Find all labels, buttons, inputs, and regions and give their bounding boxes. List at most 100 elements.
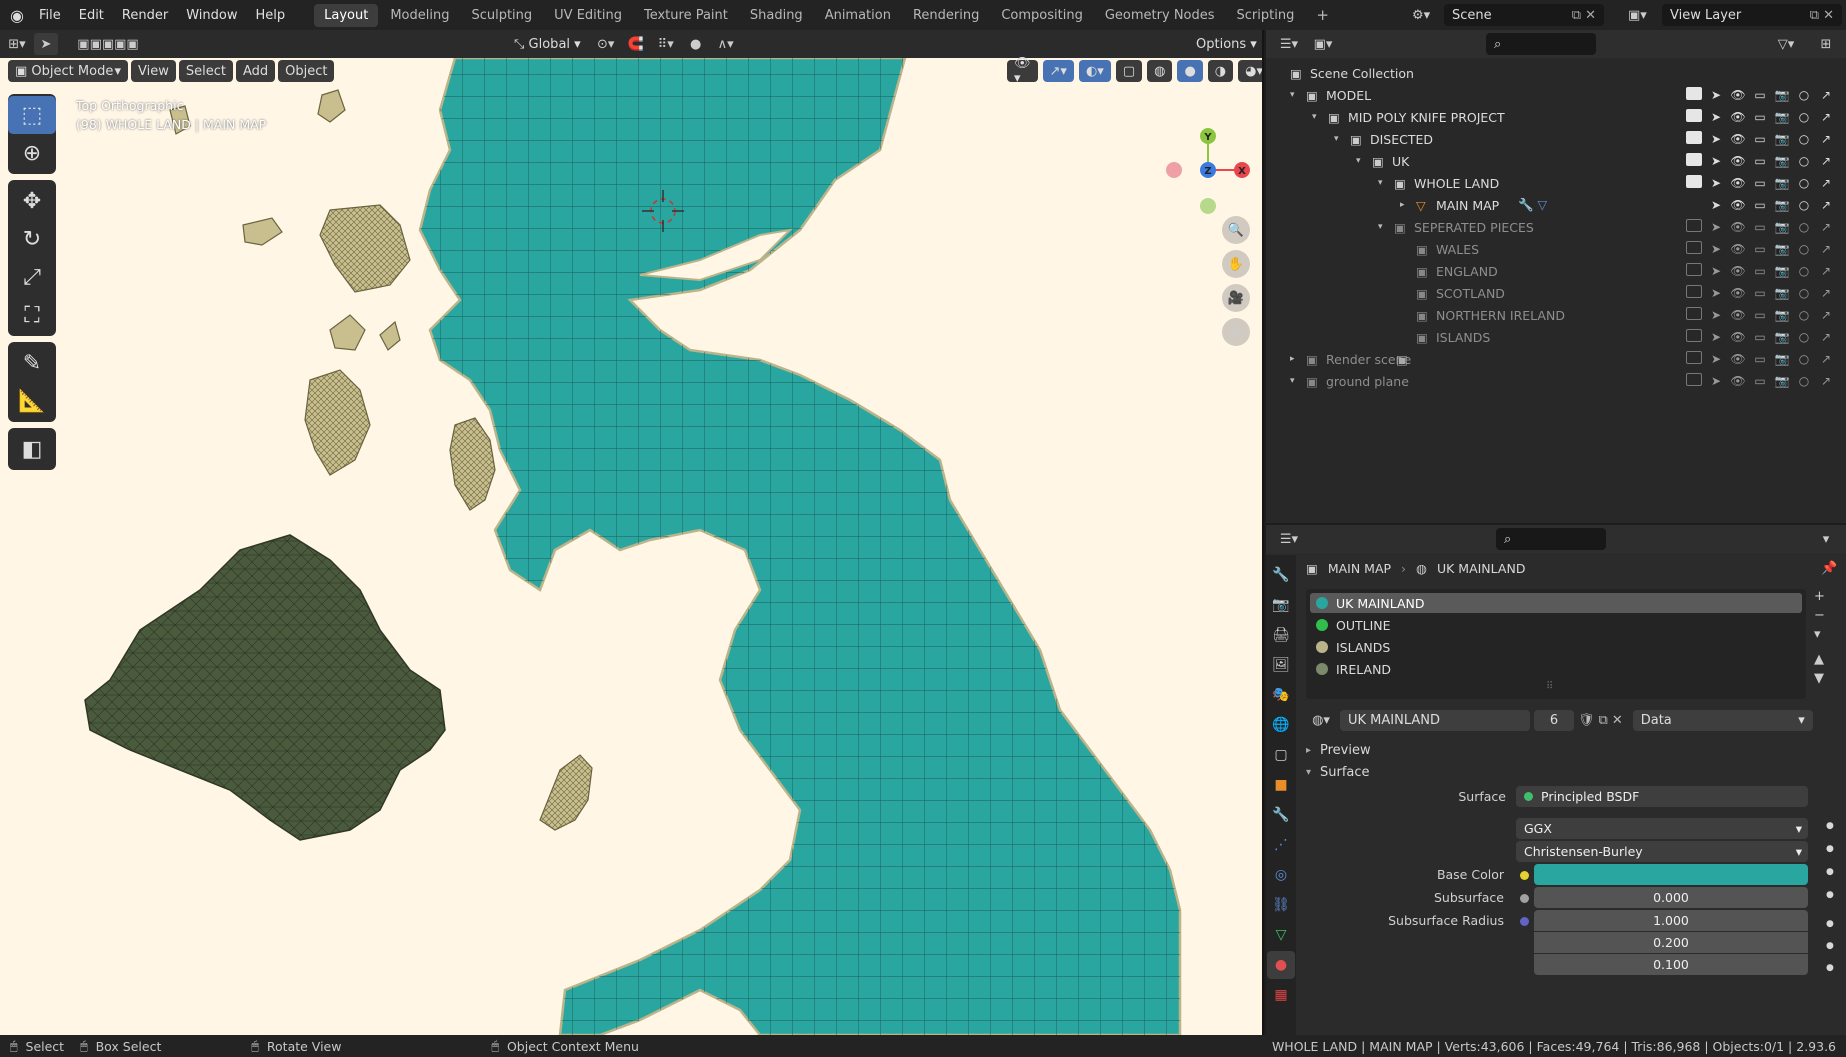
data-tab-icon[interactable]: ▽ [1267,921,1295,949]
eye-icon[interactable]: 👁 [1730,220,1746,234]
holdout-icon[interactable]: ○ [1796,352,1812,366]
move-slot-down-button[interactable]: ▼ [1814,671,1825,686]
outliner-item[interactable]: ▸ ▽ MAIN MAP 🔧 ▽ ➤ 👁 ▭ 📷 ○ ↗ [1266,194,1846,216]
material-slot[interactable]: IRELAND [1310,659,1802,679]
properties-search-input[interactable]: ⌕ [1496,528,1606,550]
child-collection-icon[interactable]: ▣ [1396,352,1408,367]
select-icon[interactable]: ➤ [1708,176,1724,190]
visibility-icon[interactable]: 👁▾ [1007,56,1038,86]
move-tool[interactable]: ✥ [8,182,56,220]
modifier-tab-icon[interactable]: 🔧 [1267,801,1295,829]
keyframe-dot-icon[interactable]: ● [1826,844,1834,854]
new-view-layer-icon[interactable]: ⧉ ✕ [1810,8,1834,23]
object-tab-icon[interactable]: ■ [1267,771,1295,799]
exclude-checkbox[interactable] [1686,87,1702,100]
annotate-tool[interactable]: ✎ [8,344,56,382]
panel-preview-header[interactable]: ▸ Preview [1306,739,1826,761]
material-name-field[interactable]: UK MAINLAND [1340,709,1530,731]
render-icon[interactable]: 📷 [1774,88,1790,102]
scene-tab-icon[interactable]: 🎭 [1267,681,1295,709]
zoom-icon[interactable]: 🔍 [1222,216,1250,244]
tab-animation[interactable]: Animation [815,4,901,27]
select-icon[interactable]: ➤ [1708,330,1724,344]
keyframe-dot-icon[interactable]: ● ● ● [1826,913,1834,979]
pivot-point-icon[interactable]: ⊙▾ [594,33,618,55]
uk-mainland-mesh[interactable] [418,56,1182,1035]
snap-icon[interactable]: 🧲 [624,33,648,55]
select-icon[interactable]: ➤ [1708,132,1724,146]
scene-field[interactable]: Scene ⧉ ✕ [1444,4,1604,26]
xray-icon[interactable]: ▢ [1115,60,1143,82]
indirect-icon[interactable]: ↗ [1818,132,1834,146]
disclosure-triangle-icon[interactable]: ▾ [1290,376,1295,386]
tab-compositing[interactable]: Compositing [991,4,1093,27]
outliner-item[interactable]: ▾ ▣ SEPERATED PIECES ➤ 👁 ▭ 📷 ○ ↗ [1266,216,1846,238]
scene-icon[interactable]: ⚙▾ [1412,8,1440,23]
browse-material-icon[interactable]: ◍▾ [1306,709,1336,731]
holdout-icon[interactable]: ○ [1796,176,1812,190]
outliner-item[interactable]: ▾ ▣ MID POLY KNIFE PROJECT ➤ 👁 ▭ 📷 ○ ↗ [1266,106,1846,128]
holdout-icon[interactable]: ○ [1796,308,1812,322]
properties-options-icon[interactable]: ▾ [1814,528,1838,550]
menu-help[interactable]: Help [246,8,294,23]
particles-tab-icon[interactable]: ⋰ [1267,831,1295,859]
disclosure-triangle-icon[interactable]: ▾ [1290,90,1295,100]
eye-icon[interactable]: 👁 [1730,88,1746,102]
select-menu[interactable]: Select [178,60,233,82]
indirect-icon[interactable]: ↗ [1818,308,1834,322]
material-slot[interactable]: ISLANDS [1310,637,1802,657]
exclude-checkbox[interactable] [1686,373,1702,386]
tab-layout[interactable]: Layout [314,3,379,27]
eye-icon[interactable]: 👁 [1730,352,1746,366]
holdout-icon[interactable]: ○ [1796,264,1812,278]
navigation-gizmo[interactable]: Y Z X [1160,94,1262,214]
outliner-search-input[interactable]: ⌕ [1486,33,1596,55]
exclude-checkbox[interactable] [1686,241,1702,254]
holdout-icon[interactable]: ○ [1796,110,1812,124]
fake-user-icon[interactable]: 🛡 [1578,713,1595,728]
tab-texture-paint[interactable]: Texture Paint [634,4,738,27]
scale-tool[interactable]: ⤢ [8,258,56,296]
holdout-icon[interactable]: ○ [1796,88,1812,102]
tool-tab-icon[interactable]: 🔧 [1267,561,1295,589]
disclosure-triangle-icon[interactable]: ▾ [1378,222,1383,232]
overlay-icon[interactable]: ◐▾ [1078,60,1111,82]
holdout-icon[interactable]: ○ [1796,330,1812,344]
base-color-swatch[interactable] [1534,864,1808,885]
surface-shader-field[interactable]: Principled BSDF [1516,786,1808,807]
remove-slot-button[interactable]: − [1814,608,1825,623]
value-socket-icon[interactable] [1520,894,1529,903]
output-tab-icon[interactable]: 🖨 [1267,621,1295,649]
ireland-mesh[interactable] [84,534,446,841]
exclude-checkbox[interactable] [1686,329,1702,342]
outliner-item[interactable]: ▣ SCOTLAND ➤ 👁 ▭ 📷 ○ ↗ [1266,282,1846,304]
distribution-dropdown[interactable]: GGX ▾ [1516,818,1808,839]
render-icon[interactable]: 📷 [1774,374,1790,388]
pin-icon[interactable]: 📌 [1821,561,1837,576]
panel-surface-header[interactable]: ▾ Surface [1306,761,1826,783]
viewport-icon[interactable]: ▭ [1752,286,1768,300]
modifier-icon[interactable]: 🔧 ▽ [1518,197,1547,213]
eye-icon[interactable]: 👁 [1730,132,1746,146]
viewport-icon[interactable]: ▭ [1752,308,1768,322]
object-menu[interactable]: Object [278,60,335,82]
viewport-icon[interactable]: ▭ [1752,110,1768,124]
display-mode-icon[interactable]: ▣▾ [1306,33,1340,55]
options-dropdown[interactable]: Options ▾ [1186,33,1262,55]
render-tab-icon[interactable]: 📷 [1267,591,1295,619]
holdout-icon[interactable]: ○ [1796,132,1812,146]
viewport-icon[interactable]: ▭ [1752,220,1768,234]
tab-shading[interactable]: Shading [740,4,813,27]
disclosure-triangle-icon[interactable]: ▾ [1312,112,1317,122]
viewport-icon[interactable]: ▭ [1752,330,1768,344]
eye-icon[interactable]: 👁 [1730,198,1746,212]
viewport-icon[interactable]: ▭ [1752,176,1768,190]
collection-tab-icon[interactable]: ▢ [1267,741,1295,769]
exclude-checkbox[interactable] [1686,307,1702,320]
texture-tab-icon[interactable]: ▦ [1267,981,1295,1009]
render-icon[interactable]: 📷 [1774,352,1790,366]
render-icon[interactable]: 📷 [1774,286,1790,300]
snap-target-icon[interactable]: ⠿▾ [654,33,678,55]
tab-sculpting[interactable]: Sculpting [461,4,542,27]
eye-icon[interactable]: 👁 [1730,308,1746,322]
